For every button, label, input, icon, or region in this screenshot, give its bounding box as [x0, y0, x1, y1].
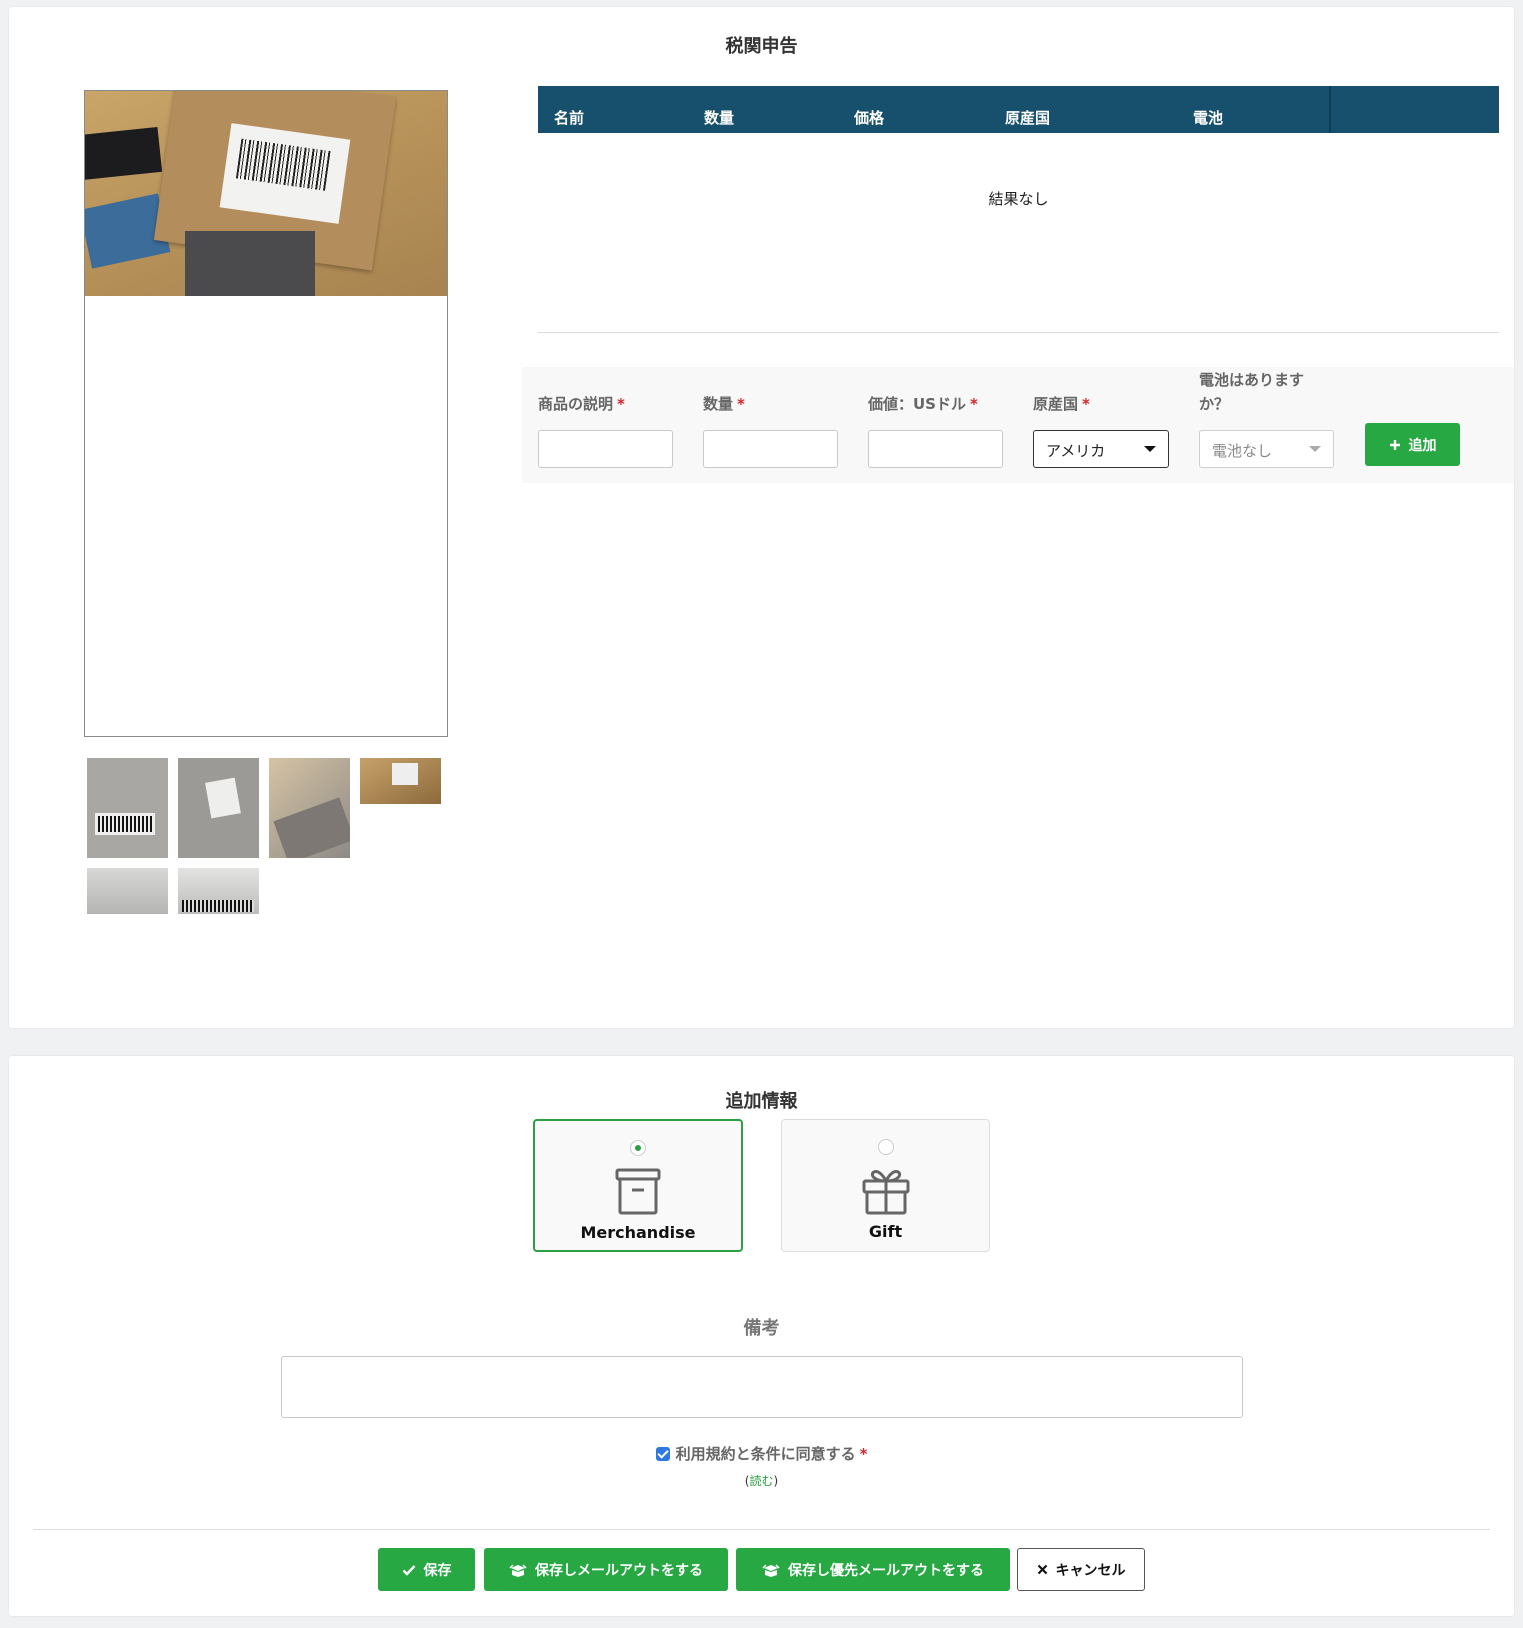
save-button[interactable]: 保存: [378, 1548, 475, 1591]
read-close-paren: ): [773, 1474, 779, 1488]
value-label: 価値：USドル *: [868, 393, 978, 414]
column-origin: 原産国: [1005, 109, 1051, 127]
archive-box-icon: [615, 1168, 661, 1215]
customs-declaration-card: 税関申告 名前 数量 価格 原産国 電池 結果なし 商品の説明 * 数量 * 価…: [9, 7, 1514, 1028]
items-table: 名前 数量 価格 原産国 電池 結果なし: [538, 86, 1499, 333]
quantity-input[interactable]: [703, 430, 838, 468]
box-open-icon: [509, 1563, 527, 1577]
footer-divider: [33, 1529, 1490, 1530]
thumbnail[interactable]: [360, 758, 441, 804]
image-viewer[interactable]: [84, 90, 448, 737]
caret-down-icon: [1144, 446, 1156, 452]
option-merchandise[interactable]: Merchandise: [533, 1119, 743, 1252]
required-mark: *: [617, 395, 625, 413]
cancel-label: キャンセル: [1055, 1562, 1126, 1579]
battery-select-value: 電池なし: [1212, 442, 1273, 460]
radio-gift[interactable]: [877, 1139, 894, 1155]
thumb-card: [205, 777, 241, 819]
description-label-text: 商品の説明: [538, 395, 614, 413]
option-gift-label: Gift: [868, 1222, 903, 1241]
description-label: 商品の説明 *: [538, 393, 625, 414]
column-name: 名前: [554, 109, 585, 127]
photo-shipping-label: [219, 123, 351, 224]
close-icon: [1037, 1564, 1047, 1575]
column-price: 価格: [854, 109, 885, 127]
thumb-barcode: [182, 900, 254, 912]
package-photo: [85, 91, 447, 296]
photo-keyboard: [85, 126, 163, 181]
radio-merchandise[interactable]: [630, 1140, 646, 1156]
thumbnail[interactable]: [178, 868, 259, 914]
save-priority-mail-button[interactable]: 保存し優先メールアウトをする: [736, 1548, 1010, 1591]
save-priority-mail-label: 保存し優先メールアウトをする: [788, 1562, 984, 1579]
required-mark: *: [969, 395, 978, 413]
description-input[interactable]: [538, 430, 673, 468]
add-item-form: 商品の説明 * 数量 * 価値：USドル * 原産国 * アメリカ 電池はあります か？…: [522, 367, 1514, 483]
empty-message: 結果なし: [988, 190, 1049, 208]
cancel-button[interactable]: キャンセル: [1017, 1548, 1145, 1591]
required-mark: *: [1082, 395, 1090, 413]
read-terms-link[interactable]: 読む: [749, 1474, 773, 1488]
table-divider: [538, 332, 1499, 333]
notes-textarea[interactable]: [281, 1356, 1243, 1418]
terms-row: 利用規約と条件に同意する *: [9, 1443, 1514, 1464]
thumbnail[interactable]: [178, 758, 259, 858]
save-label: 保存: [423, 1562, 452, 1579]
origin-select-value: アメリカ: [1046, 442, 1106, 460]
thumb-label: [392, 763, 418, 785]
photo-barcode: [235, 138, 331, 191]
battery-label-line2: か？: [1199, 395, 1230, 413]
required-mark: *: [859, 1445, 868, 1463]
add-item-button[interactable]: 追加: [1365, 423, 1460, 466]
notes-title: 備考: [743, 1318, 780, 1339]
additional-info-card: 追加情報 Merchandise Gift 備考 利用規約と条件に同意する * (…: [9, 1056, 1514, 1616]
thumbnail[interactable]: [87, 758, 168, 858]
thumb-item: [273, 797, 350, 858]
save-mail-button[interactable]: 保存しメールアウトをする: [484, 1548, 728, 1591]
save-mail-label: 保存しメールアウトをする: [535, 1562, 703, 1579]
add-item-label: 追加: [1408, 437, 1437, 454]
plus-icon: [1389, 439, 1400, 450]
value-label-text: 価値：USドル: [868, 395, 966, 413]
required-mark: *: [737, 395, 745, 413]
box-open-icon: [762, 1563, 780, 1577]
quantity-label: 数量 *: [703, 393, 745, 414]
column-battery: 電池: [1193, 109, 1224, 127]
column-quantity: 数量: [704, 109, 735, 127]
terms-checkbox[interactable]: [655, 1447, 670, 1461]
option-gift[interactable]: Gift: [781, 1119, 990, 1252]
origin-select[interactable]: アメリカ: [1033, 430, 1169, 468]
terms-label: 利用規約と条件に同意する: [675, 1445, 856, 1463]
battery-label-line1: 電池はあります: [1199, 371, 1305, 389]
additional-title: 追加情報: [725, 1091, 798, 1112]
value-input[interactable]: [868, 430, 1003, 468]
origin-label: 原産国 *: [1033, 393, 1090, 414]
thumbnail[interactable]: [87, 868, 168, 914]
origin-label-text: 原産国: [1033, 395, 1079, 413]
column-divider: [1329, 86, 1331, 133]
option-merchandise-label: Merchandise: [580, 1223, 696, 1242]
gift-icon: [862, 1170, 909, 1215]
check-icon: [402, 1564, 415, 1576]
photo-shadow: [185, 231, 315, 296]
customs-title: 税関申告: [725, 36, 798, 57]
table-header: 名前 数量 価格 原産国 電池: [538, 86, 1499, 133]
caret-down-icon: [1309, 446, 1321, 452]
thumb-barcode: [95, 813, 155, 835]
read-terms: (読む): [9, 1472, 1514, 1489]
quantity-label-text: 数量: [703, 395, 734, 413]
battery-select[interactable]: 電池なし: [1199, 430, 1334, 468]
thumbnail[interactable]: [269, 758, 350, 858]
